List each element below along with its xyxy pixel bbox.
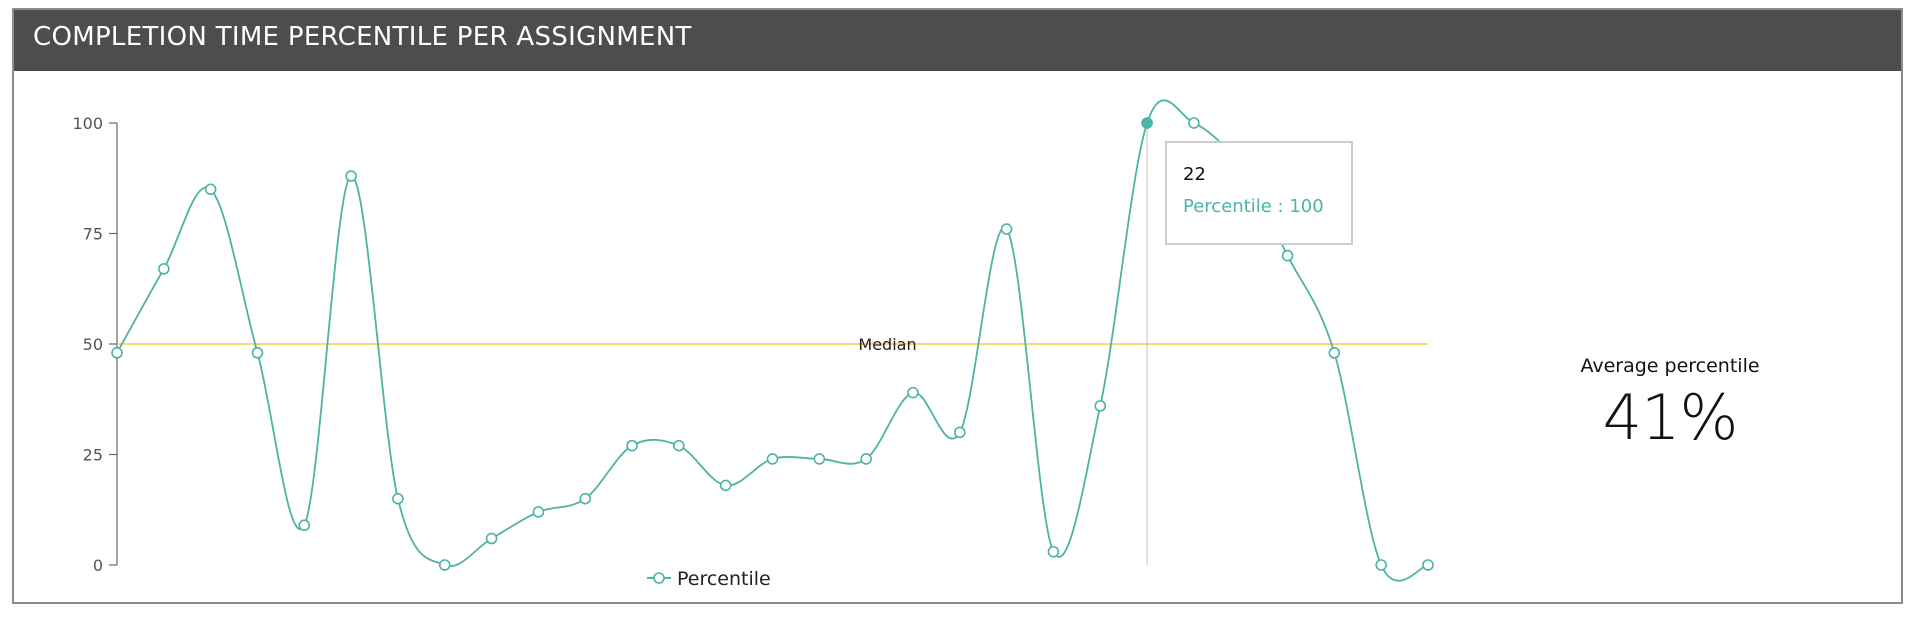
- data-point: [907, 386, 919, 399]
- data-point: [1375, 559, 1387, 571]
- y-tick-label: 100: [72, 114, 103, 133]
- data-point: [626, 439, 638, 452]
- average-percentile-summary: Average percentile 41%: [1540, 355, 1800, 454]
- data-point: [251, 347, 264, 359]
- data-point: [1328, 347, 1341, 359]
- data-point: [345, 170, 357, 182]
- data-point: [673, 439, 685, 452]
- data-point: [860, 453, 872, 465]
- data-point: [953, 426, 966, 439]
- average-percentile-value: 41%: [1602, 381, 1739, 454]
- data-point: [719, 479, 732, 492]
- legend-marker-icon: [653, 572, 665, 584]
- data-point-active: [1141, 117, 1153, 129]
- data-point: [438, 559, 451, 571]
- data-point: [298, 519, 311, 532]
- data-point: [766, 453, 779, 465]
- data-point: [813, 453, 826, 465]
- tooltip-x-label: 22: [1183, 164, 1206, 185]
- data-point: [579, 492, 592, 505]
- tooltip-value: Percentile : 100: [1183, 196, 1324, 217]
- percentile-line-chart: 0 25 50 75 100 Median 22 Percentile : 100 Percen…: [72, 99, 1434, 590]
- data-point: [485, 532, 498, 545]
- data-point: [1047, 545, 1060, 558]
- data-point: [392, 492, 404, 505]
- data-point: [1281, 249, 1294, 262]
- data-point: [1094, 400, 1107, 412]
- y-tick-label: 25: [83, 446, 103, 465]
- legend-label: Percentile: [677, 568, 771, 590]
- data-point: [532, 506, 545, 518]
- data-point: [111, 347, 123, 359]
- data-point: [1000, 223, 1013, 235]
- average-percentile-label: Average percentile: [1580, 355, 1760, 377]
- data-point: [1422, 559, 1434, 571]
- data-point: [204, 183, 217, 196]
- median-label: Median: [858, 335, 916, 354]
- tooltip-box: [1165, 141, 1353, 245]
- y-tick-label: 75: [83, 225, 103, 244]
- y-tick-label: 0: [93, 556, 103, 575]
- y-tick-label: 50: [83, 335, 103, 354]
- data-point: [1188, 117, 1200, 129]
- data-point: [158, 263, 170, 275]
